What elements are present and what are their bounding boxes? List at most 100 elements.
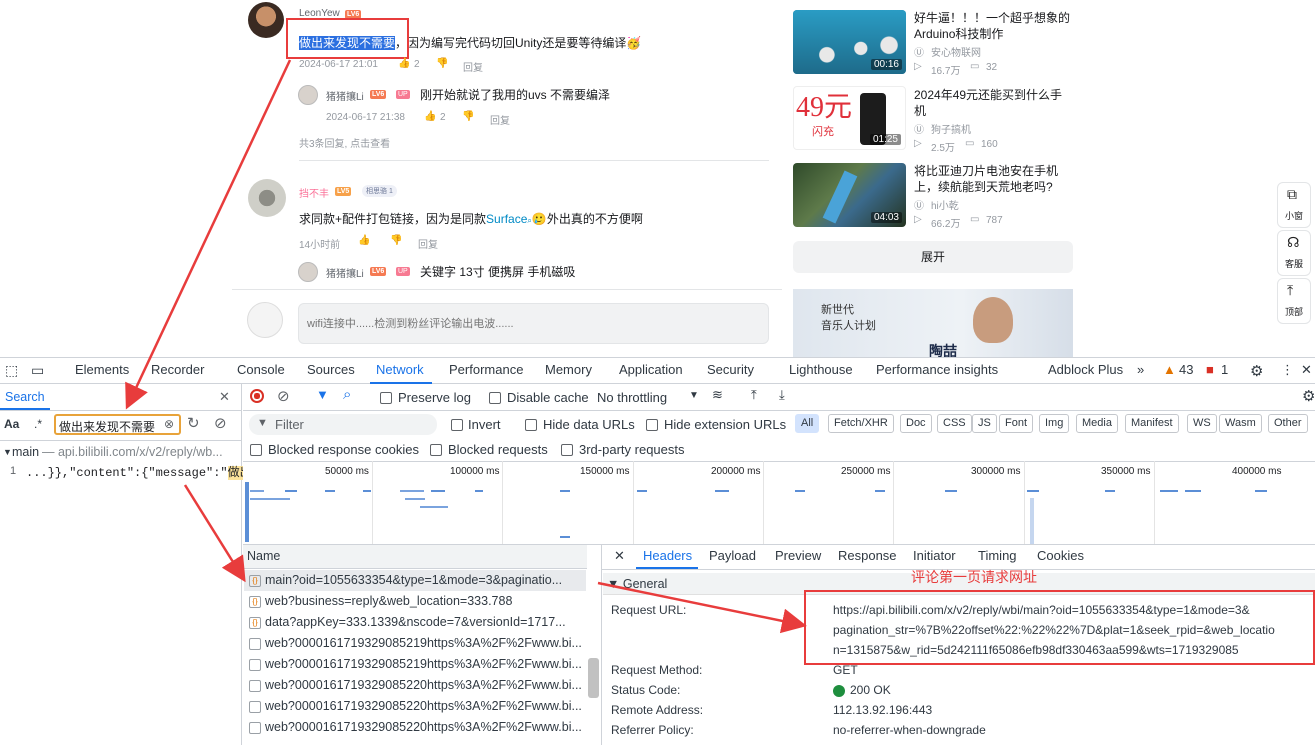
- video-thumbnail[interactable]: 00:16: [793, 10, 906, 74]
- request-row[interactable]: web?0000161719329085220https%3A%2F%2Fwww…: [244, 696, 586, 717]
- list-scrollbar[interactable]: [588, 658, 599, 698]
- type-filter-doc[interactable]: Doc: [900, 414, 932, 433]
- video-title[interactable]: 将比亚迪刀片电池安在手机上，续航能到天荒地老吗?: [914, 163, 1074, 195]
- clear-search-icon[interactable]: ⊗: [164, 417, 174, 431]
- tab-console[interactable]: Console: [237, 362, 285, 377]
- search-input-box[interactable]: 做出来发现不需要 ⊗: [54, 414, 181, 435]
- preserve-log-checkbox[interactable]: [380, 392, 392, 404]
- video-author[interactable]: hi小乾: [931, 197, 959, 212]
- reply-button[interactable]: 回复: [418, 236, 438, 251]
- comment-username[interactable]: 挡不丰: [299, 185, 329, 200]
- tab-adblock-plus[interactable]: Adblock Plus: [1048, 362, 1123, 377]
- reply-username[interactable]: 猪猪攘Li: [326, 265, 364, 280]
- type-filter-all[interactable]: All: [795, 414, 820, 433]
- request-row[interactable]: {} data?appKey=333.1339&nscode=7&versionI…: [244, 612, 586, 633]
- surface-link[interactable]: Surface: [486, 212, 527, 226]
- like-icon[interactable]: 👍: [398, 58, 410, 69]
- tab-application[interactable]: Application: [619, 362, 683, 377]
- invert-checkbox[interactable]: [451, 419, 463, 431]
- hide-extension-urls-checkbox[interactable]: [646, 419, 658, 431]
- clear-icon[interactable]: ⊘: [277, 387, 290, 405]
- close-search-icon[interactable]: ✕: [219, 389, 230, 405]
- avatar[interactable]: [298, 262, 318, 282]
- dislike-icon[interactable]: 👎: [462, 111, 474, 122]
- video-thumbnail[interactable]: 49元 闪充 01:25: [793, 86, 906, 150]
- request-row[interactable]: {} main?oid=1055633354&type=1&mode=3&pagi…: [244, 570, 586, 591]
- tab-cookies[interactable]: Cookies: [1037, 548, 1084, 563]
- warning-count[interactable]: 43: [1179, 362, 1193, 377]
- third-party-checkbox[interactable]: [561, 444, 573, 456]
- video-title[interactable]: 好牛逼！！！一个超乎想象的Arduino科技制作: [914, 10, 1074, 42]
- reply-username[interactable]: 猪猪攘Li: [326, 88, 364, 103]
- avatar[interactable]: [248, 179, 286, 217]
- tab-memory[interactable]: Memory: [545, 362, 592, 377]
- hide-data-urls-checkbox[interactable]: [525, 419, 537, 431]
- settings-gear-icon[interactable]: ⚙: [1250, 362, 1263, 380]
- type-filter-wasm[interactable]: Wasm: [1219, 414, 1262, 433]
- video-author[interactable]: 狗子搞机: [931, 121, 971, 136]
- regex-button[interactable]: .*: [34, 417, 42, 431]
- reply-input[interactable]: [298, 303, 769, 344]
- tab-performance-insights[interactable]: Performance insights: [876, 362, 998, 377]
- tab-timing[interactable]: Timing: [978, 548, 1017, 563]
- search-result-row[interactable]: ...}},"content":{"message":"做出来发...: [26, 463, 298, 480]
- name-column-header[interactable]: Name: [243, 545, 587, 569]
- kebab-menu-icon[interactable]: ⋮: [1281, 362, 1294, 378]
- disable-cache-checkbox[interactable]: [489, 392, 501, 404]
- video-title[interactable]: 2024年49元还能买到什么手机: [914, 87, 1074, 119]
- inspect-icon[interactable]: ⬚: [5, 362, 18, 379]
- blocked-cookies-checkbox[interactable]: [250, 444, 262, 456]
- dislike-icon[interactable]: 👎: [436, 58, 448, 69]
- reply-button[interactable]: 回复: [490, 112, 510, 127]
- tab-sources[interactable]: Sources: [307, 362, 355, 377]
- more-tabs-icon[interactable]: »: [1137, 362, 1144, 377]
- type-filter-js[interactable]: JS: [972, 414, 997, 433]
- request-row[interactable]: web?000016171932908521​9https%3A%2F%2Fww…: [244, 633, 586, 654]
- result-file[interactable]: main: [12, 445, 39, 459]
- ad-banner[interactable]: 新世代 音乐人计划 陶喆: [793, 289, 1073, 357]
- filter-icon[interactable]: ▼: [316, 387, 329, 402]
- video-thumbnail[interactable]: 04:03: [793, 163, 906, 227]
- expand-button[interactable]: 展开: [793, 241, 1073, 273]
- avatar[interactable]: [298, 85, 318, 105]
- request-row[interactable]: web?0000161719329085220https%3A%2F%2Fwww…: [244, 675, 586, 696]
- clear-results-icon[interactable]: ⊘: [214, 414, 227, 432]
- chevron-down-icon[interactable]: ▼: [689, 390, 699, 401]
- like-icon[interactable]: 👍: [358, 235, 370, 246]
- error-count[interactable]: 1: [1221, 362, 1228, 377]
- tab-response[interactable]: Response: [838, 548, 897, 563]
- tab-preview[interactable]: Preview: [775, 548, 821, 563]
- dislike-icon[interactable]: 👎: [390, 235, 402, 246]
- request-row[interactable]: {} web?business=reply&web_location=333.78…: [244, 591, 586, 612]
- video-author[interactable]: 安心物联网: [931, 44, 981, 59]
- tab-security[interactable]: Security: [707, 362, 754, 377]
- warning-icon[interactable]: ▲: [1163, 362, 1176, 377]
- tab-elements[interactable]: Elements: [75, 362, 129, 377]
- view-replies-link[interactable]: 共3条回复, 点击查看: [299, 135, 390, 150]
- network-settings-icon[interactable]: ⚙: [1302, 387, 1315, 405]
- record-icon[interactable]: [250, 389, 264, 403]
- tab-initiator[interactable]: Initiator: [913, 548, 956, 563]
- type-filter-fetch-xhr[interactable]: Fetch/XHR: [828, 414, 894, 433]
- import-har-icon[interactable]: ⤒: [751, 387, 757, 403]
- throttling-select[interactable]: No throttling: [597, 390, 667, 405]
- reply-button[interactable]: 回复: [463, 59, 483, 74]
- request-row[interactable]: web?0000161719329085220https%3A%2F%2Fwww…: [244, 717, 586, 738]
- type-filter-font[interactable]: Font: [999, 414, 1034, 433]
- tab-payload[interactable]: Payload: [709, 548, 756, 563]
- close-devtools-icon[interactable]: ✕: [1301, 362, 1312, 378]
- tab-headers[interactable]: Headers: [643, 548, 692, 563]
- type-filter-ws[interactable]: WS: [1187, 414, 1217, 433]
- tab-network[interactable]: Network: [376, 362, 424, 377]
- request-row[interactable]: web?0000161719329085219https%3A%2F%2Fwww…: [244, 654, 586, 675]
- tab-recorder[interactable]: Recorder: [151, 362, 204, 377]
- type-filter-manifest[interactable]: Manifest: [1125, 414, 1179, 433]
- result-expand-icon[interactable]: ▼: [3, 447, 12, 457]
- search-icon[interactable]: ⌕: [343, 386, 351, 403]
- type-filter-other[interactable]: Other: [1268, 414, 1308, 433]
- blocked-requests-checkbox[interactable]: [430, 444, 442, 456]
- close-details-icon[interactable]: ✕: [614, 548, 625, 564]
- type-filter-media[interactable]: Media: [1076, 414, 1118, 433]
- tab-lighthouse[interactable]: Lighthouse: [789, 362, 853, 377]
- type-filter-css[interactable]: CSS: [937, 414, 972, 433]
